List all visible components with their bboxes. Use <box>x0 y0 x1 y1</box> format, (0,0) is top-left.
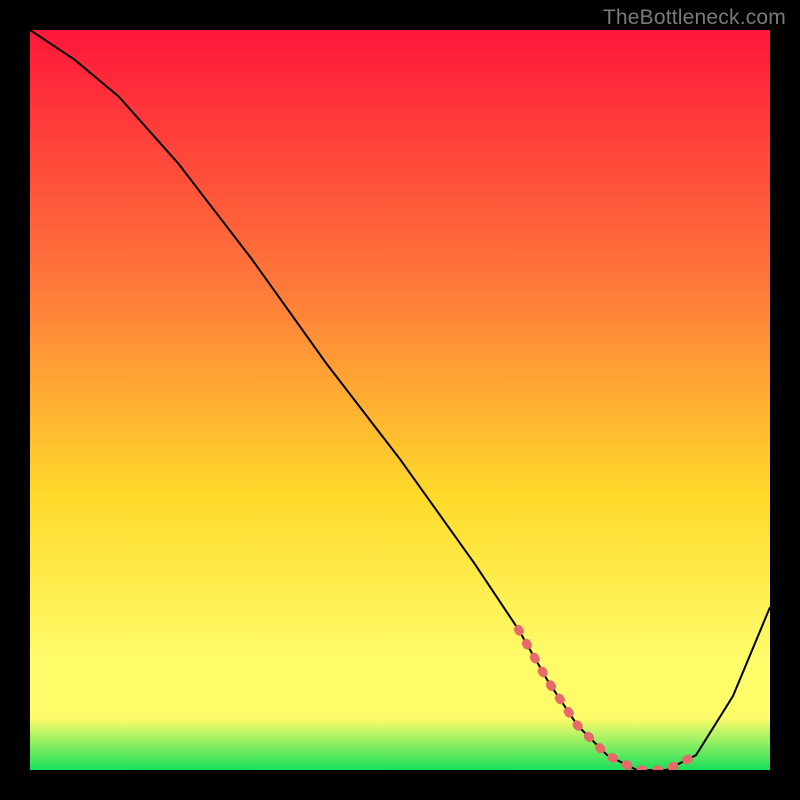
chart-plot-area <box>30 30 770 770</box>
chart-stage: TheBottleneck.com <box>0 0 800 800</box>
gradient-background <box>30 30 770 770</box>
watermark-text: TheBottleneck.com <box>603 6 786 30</box>
chart-svg <box>30 30 770 770</box>
